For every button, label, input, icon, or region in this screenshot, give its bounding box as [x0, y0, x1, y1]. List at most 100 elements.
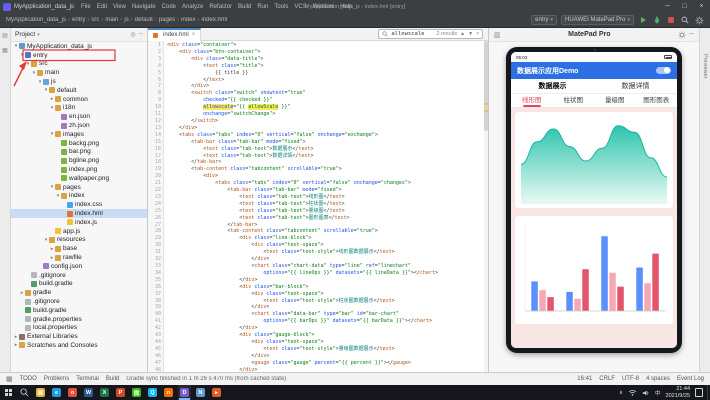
close-button[interactable]: × [693, 0, 710, 13]
debug-button[interactable] [652, 15, 662, 25]
tree-item-index.png[interactable]: index.png [11, 165, 147, 174]
structure-tool-icon[interactable]: ▦ [2, 47, 8, 54]
breadcrumb-item[interactable]: pages [159, 17, 175, 23]
taskbar-app-powerpoint[interactable]: P [114, 385, 127, 400]
breadcrumb-item[interactable]: src [91, 17, 99, 23]
tree-item-en.json[interactable]: en.json [11, 112, 147, 121]
status-item[interactable]: 16:41 [577, 376, 592, 382]
menu-view[interactable]: View [110, 4, 129, 10]
status-item-terminal[interactable]: Terminal [76, 376, 99, 382]
tree-item-js[interactable]: ▾js [11, 77, 147, 86]
breadcrumb-item[interactable]: MyApplication_data_js [6, 17, 66, 23]
collapse-all-icon[interactable]: ─ [139, 31, 143, 38]
status-item[interactable]: Event Log [677, 376, 704, 382]
taskbar-search-button[interactable] [16, 385, 32, 400]
taskbar-app-chrome[interactable]: o [66, 385, 79, 400]
input-language-indicator[interactable]: 中 [655, 389, 661, 397]
editor-tab[interactable]: index.hml × [148, 28, 201, 41]
editor-scrollbar[interactable] [484, 41, 488, 372]
menu-tools[interactable]: Tools [271, 4, 291, 10]
status-item[interactable]: UTF-8 [622, 376, 639, 382]
app-tab-0[interactable]: 数据展示 [511, 79, 594, 93]
close-find-icon[interactable]: × [476, 31, 479, 37]
gear-icon[interactable] [678, 31, 686, 39]
menu-file[interactable]: File [78, 4, 94, 10]
tree-item-.gitignore[interactable]: .gitignore [11, 297, 147, 306]
status-item-todo[interactable]: TODO [20, 376, 37, 382]
taskbar-app-deveco-studio[interactable]: D [178, 385, 191, 400]
menu-code[interactable]: Code [159, 4, 179, 10]
status-item[interactable]: CRLF [599, 376, 615, 382]
tree-item-.gitignore[interactable]: .gitignore [11, 271, 147, 280]
device-select[interactable]: HUAWEI MatePad Pro▾ [561, 15, 634, 25]
tree-item-scratches-and-consoles[interactable]: ▸Scratches and Consoles [11, 341, 147, 350]
tree-item-index.hml[interactable]: index.hml [11, 209, 147, 218]
breadcrumb-item[interactable]: index [181, 17, 195, 23]
multi-device-icon[interactable]: ▥ [494, 31, 501, 39]
tree-item-index[interactable]: ▾index [11, 192, 147, 201]
taskbar-app-notepad[interactable]: N [194, 385, 207, 400]
find-input[interactable] [391, 31, 433, 37]
volume-icon[interactable] [642, 389, 650, 397]
tree-item-pages[interactable]: ▾pages [11, 183, 147, 192]
status-item-build[interactable]: Build [106, 376, 119, 382]
tree-item-myapplication_data_js[interactable]: ▾MyApplication_data_js [11, 42, 147, 51]
previewer-tool-tab[interactable]: Previewer [702, 54, 708, 78]
tree-item-base[interactable]: ▸base [11, 244, 147, 253]
menu-run[interactable]: Run [254, 4, 271, 10]
chart-tab-1[interactable]: 柱状图 [553, 94, 595, 107]
tree-item-default[interactable]: ▾default [11, 86, 147, 95]
tree-item-main[interactable]: ▾main [11, 68, 147, 77]
stop-button[interactable] [666, 15, 676, 25]
run-button[interactable] [638, 15, 648, 25]
status-item[interactable]: 4 spaces [646, 376, 670, 382]
find-next-icon[interactable]: ▼ [468, 31, 473, 37]
breadcrumb-item[interactable]: entry [72, 17, 85, 23]
tree-item-common[interactable]: ▸common [11, 95, 147, 104]
app-toggle-switch[interactable] [656, 67, 671, 75]
chart-tab-0[interactable]: 线形图 [511, 94, 553, 107]
hide-panel-icon[interactable]: ─ [689, 31, 694, 38]
taskbar-app-wechat[interactable]: 微 [130, 385, 143, 400]
tree-item-entry[interactable]: ▾entry [11, 51, 147, 60]
tree-item-build.gradle[interactable]: build.gradle [11, 280, 147, 289]
tree-item-index.js[interactable]: index.js [11, 218, 147, 227]
locate-file-icon[interactable]: ◎ [130, 31, 135, 38]
tree-item-wallpaper.png[interactable]: wallpaper.png [11, 174, 147, 183]
status-item-problems[interactable]: Problems [44, 376, 69, 382]
tree-item-build.gradle[interactable]: build.gradle [11, 306, 147, 315]
breadcrumb-item[interactable]: js [124, 17, 128, 23]
search-everywhere-button[interactable] [680, 15, 690, 25]
notification-center-icon[interactable] [695, 388, 703, 397]
tool-windows-icon[interactable]: ▦ [6, 375, 13, 383]
menu-edit[interactable]: Edit [94, 4, 110, 10]
device-screen[interactable]: 05:03 数据展示应用Demo 数据展示数据详情 线形图柱状图量级图图形图表 [511, 52, 677, 348]
close-tab-icon[interactable]: × [192, 32, 196, 38]
run-config-select[interactable]: entry▾ [531, 15, 557, 25]
wifi-icon[interactable] [628, 389, 637, 396]
tree-item-backg.png[interactable]: backg.png [11, 139, 147, 148]
find-previous-icon[interactable]: ▲ [460, 31, 465, 37]
menu-analyze[interactable]: Analyze [179, 4, 206, 10]
taskbar-app-excel[interactable]: X [98, 385, 111, 400]
tree-item-rawfile[interactable]: ▸rawfile [11, 253, 147, 262]
tray-expand-icon[interactable]: ∧ [619, 390, 623, 396]
taskbar-clock[interactable]: 21:44 2021/9/25 [666, 386, 690, 398]
taskbar-app-browser[interactable]: n [162, 385, 175, 400]
menu-build[interactable]: Build [235, 4, 254, 10]
project-view-select[interactable]: Project [15, 31, 35, 38]
taskbar-app-player[interactable]: ▸ [210, 385, 223, 400]
tree-item-src[interactable]: ▾src [11, 60, 147, 69]
tree-item-images[interactable]: ▾images [11, 130, 147, 139]
tree-item-gradle[interactable]: ▸gradle [11, 288, 147, 297]
code-area[interactable]: 1234567891011121314151617181920212223242… [148, 41, 488, 372]
tree-item-local.properties[interactable]: local.properties [11, 324, 147, 333]
taskbar-app-word[interactable]: W [82, 385, 95, 400]
taskbar-app-file-explorer[interactable]: ▤ [34, 385, 47, 400]
breadcrumb-item[interactable]: index.hml [201, 17, 227, 23]
app-tab-1[interactable]: 数据详情 [594, 79, 677, 93]
settings-button[interactable] [694, 15, 704, 25]
menu-refactor[interactable]: Refactor [206, 4, 235, 10]
tree-item-zh.json[interactable]: zh.json [11, 121, 147, 130]
maximize-button[interactable]: □ [676, 0, 693, 13]
